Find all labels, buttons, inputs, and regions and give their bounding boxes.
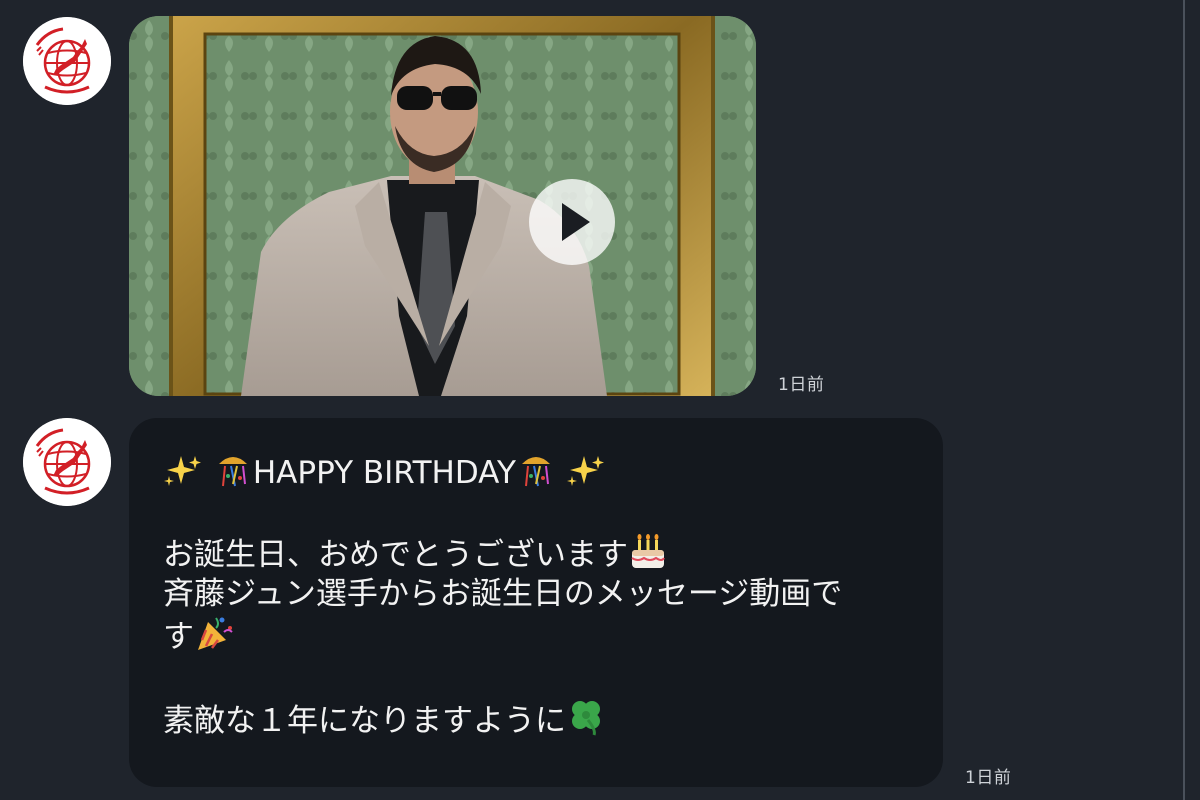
party-popper-icon [194, 614, 234, 652]
message-line: す [163, 614, 907, 657]
all-japan-pro-wrestling-logo-icon [23, 418, 111, 506]
message-text: お誕生日、おめでとうございます [163, 537, 628, 573]
sparkles-icon [566, 454, 606, 488]
scrollbar[interactable] [1183, 0, 1185, 800]
message-bubble[interactable]: HAPPY BIRTHDAY お誕生日、おめでとうございます 斉藤ジュン選手から… [129, 418, 943, 787]
message-line: お誕生日、おめでとうございます [163, 532, 907, 575]
video-thumbnail[interactable] [129, 16, 756, 396]
video-frame-image [129, 16, 756, 396]
sender-avatar[interactable] [23, 418, 111, 506]
confetti-ball-icon [213, 452, 253, 488]
sparkles-icon [163, 454, 203, 488]
play-icon [562, 203, 590, 241]
message-timestamp: 1日前 [965, 768, 1012, 788]
message-line [163, 493, 907, 532]
message-heading: HAPPY BIRTHDAY [252, 455, 516, 491]
all-japan-pro-wrestling-logo-icon [23, 17, 111, 105]
four-leaf-clover-icon [566, 696, 606, 736]
sender-avatar[interactable] [23, 17, 111, 105]
birthday-cake-icon [628, 532, 668, 570]
play-button[interactable] [529, 179, 615, 265]
chat-view: 1日前 HAPPY BIRTHDAY お誕生日、おめでとうございます 斉藤ジュン… [0, 0, 1200, 800]
message-line [163, 657, 907, 696]
confetti-ball-icon [516, 452, 556, 488]
message-text: 素敵な１年になりますように [163, 703, 566, 739]
message-line: 斉藤ジュン選手からお誕生日のメッセージ動画で [163, 576, 843, 612]
message-line: 素敵な１年になりますように [163, 696, 907, 741]
message-text: す [163, 619, 194, 655]
message-line: HAPPY BIRTHDAY [163, 452, 907, 493]
message-timestamp: 1日前 [778, 375, 825, 395]
